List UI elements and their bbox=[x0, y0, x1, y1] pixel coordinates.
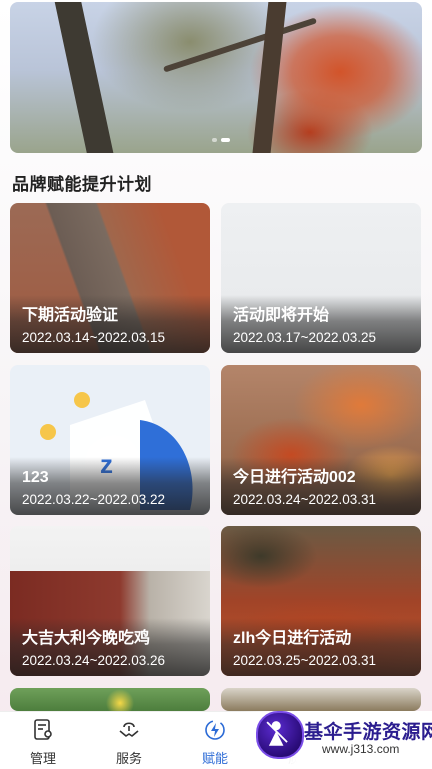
banner-carousel[interactable] bbox=[10, 2, 422, 153]
activity-card[interactable] bbox=[10, 688, 210, 711]
activity-title: 今日进行活动002 bbox=[233, 469, 356, 486]
banner-image-branch bbox=[162, 17, 318, 73]
management-icon bbox=[34, 719, 52, 740]
activity-title: 123 bbox=[22, 469, 49, 486]
tab-service[interactable]: 服务 bbox=[86, 712, 172, 769]
empower-icon bbox=[205, 720, 225, 740]
activity-title: 下期活动验证 bbox=[22, 307, 119, 324]
watermark-title: 基伞手游资源网 bbox=[304, 722, 432, 743]
activity-title: 大吉大利今晚吃鸡 bbox=[22, 630, 151, 647]
activity-card[interactable]: 大吉大利今晚吃鸡 2022.03.24~2022.03.26 bbox=[10, 526, 210, 676]
carousel-indicator bbox=[212, 138, 230, 142]
activity-date-range: 2022.03.24~2022.03.31 bbox=[233, 492, 377, 507]
tab-label: 管理 bbox=[29, 751, 56, 766]
activity-card[interactable]: zlh今日进行活动 2022.03.25~2022.03.31 bbox=[221, 526, 421, 676]
banner-image-tree-trunk bbox=[53, 2, 117, 153]
tab-management[interactable]: 管理 bbox=[0, 712, 86, 769]
activity-date-range: 2022.03.25~2022.03.31 bbox=[233, 653, 377, 668]
banner-image-tree-trunk bbox=[250, 2, 288, 153]
activity-card[interactable]: 今日进行活动002 2022.03.24~2022.03.31 bbox=[221, 365, 421, 515]
service-icon bbox=[119, 722, 139, 737]
carousel-dot[interactable] bbox=[212, 138, 217, 142]
activity-title: 活动即将开始 bbox=[233, 307, 330, 324]
activity-date-range: 2022.03.22~2022.03.22 bbox=[22, 492, 166, 507]
activity-card[interactable]: 下期活动验证 2022.03.14~2022.03.15 bbox=[10, 203, 210, 353]
activity-card[interactable]: z 123 2022.03.22~2022.03.22 bbox=[10, 365, 210, 515]
activity-card[interactable]: 活动即将开始 2022.03.17~2022.03.25 bbox=[221, 203, 421, 353]
carousel-dot-active[interactable] bbox=[221, 138, 230, 142]
tab-label: 服务 bbox=[115, 751, 142, 766]
activity-date-range: 2022.03.14~2022.03.15 bbox=[22, 330, 166, 345]
activity-title: zlh今日进行活动 bbox=[233, 630, 352, 647]
activity-card[interactable] bbox=[221, 688, 421, 711]
section-title: 品牌赋能提升计划 bbox=[12, 175, 152, 194]
watermark-logo-icon bbox=[256, 711, 304, 759]
activity-date-range: 2022.03.17~2022.03.25 bbox=[233, 330, 377, 345]
activity-date-range: 2022.03.24~2022.03.26 bbox=[22, 653, 166, 668]
watermark-url: www.j313.com bbox=[322, 742, 400, 756]
